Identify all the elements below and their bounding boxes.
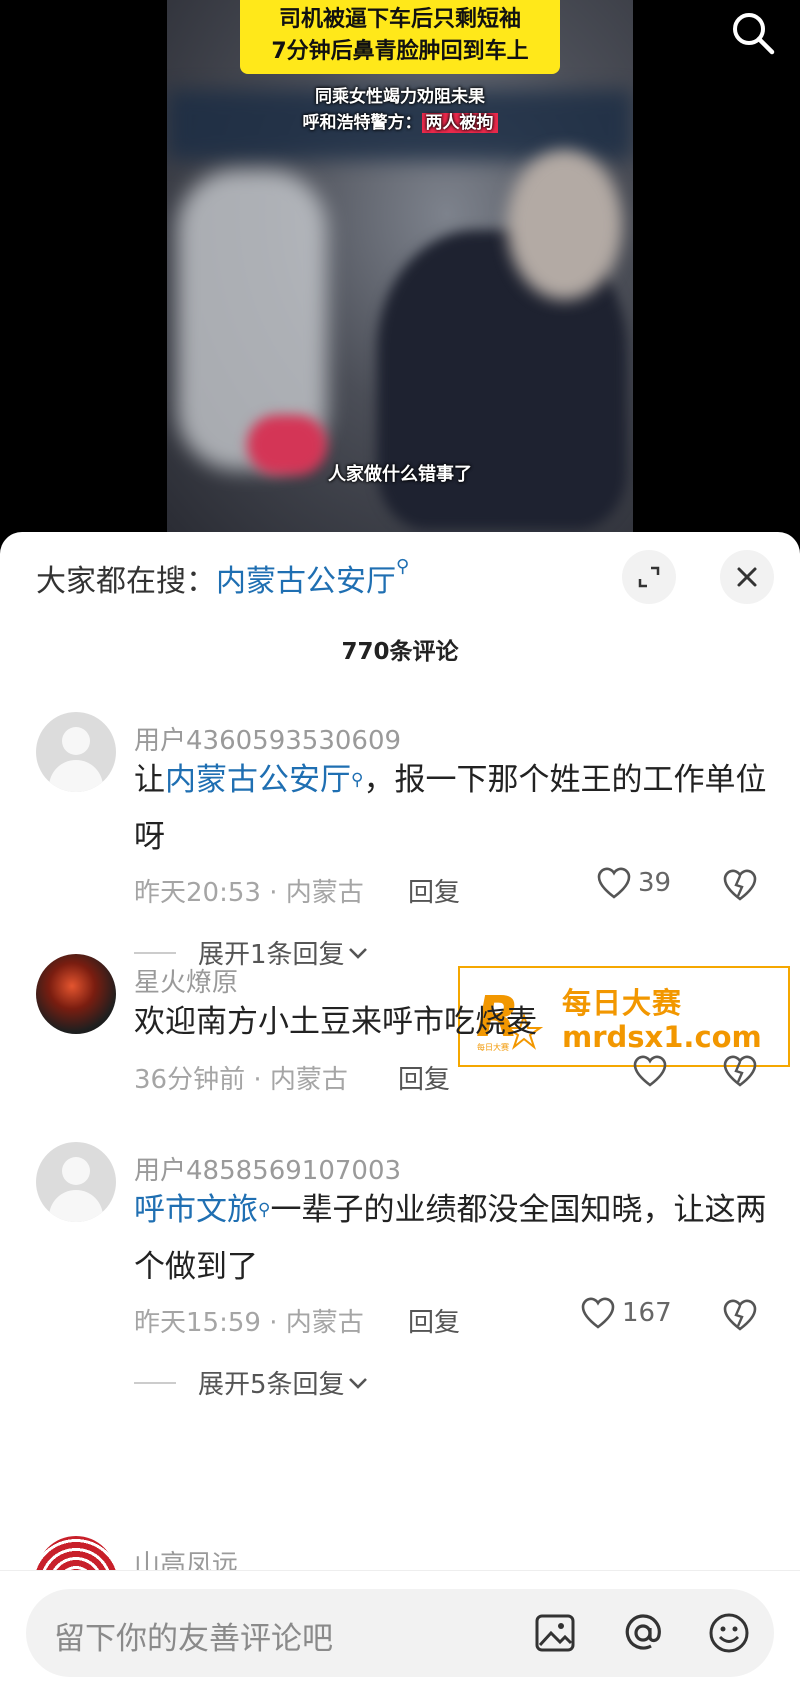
heart-icon — [581, 1297, 615, 1329]
video-frame — [167, 0, 633, 535]
search-icon[interactable] — [728, 8, 778, 58]
broken-heart-icon — [723, 869, 757, 901]
expand-replies[interactable]: 展开5条回复 — [134, 1364, 371, 1401]
dislike-button[interactable] — [722, 868, 758, 906]
like-count: 39 — [638, 868, 672, 898]
reply-button[interactable]: 回复 — [408, 1302, 460, 1339]
broken-heart-icon — [723, 1055, 757, 1087]
comment-sheet: 大家都在搜：内蒙古公安厅⚲ 770条评论 用户4360593530609 让内蒙… — [0, 532, 800, 1695]
like-button[interactable] — [632, 1054, 668, 1088]
broken-heart-icon — [723, 1299, 757, 1331]
comment-meta: 昨天15:59 · 内蒙古 — [134, 1308, 364, 1338]
video-player[interactable]: 司机被逼下车后只剩短袖 7分钟后鼻青脸肿回到车上 同乘女性竭力劝阻未果 呼和浩特… — [0, 0, 800, 535]
avatar[interactable] — [36, 1142, 116, 1222]
comment-placeholder: 留下你的友善评论吧 — [54, 1621, 333, 1657]
emoji-icon — [709, 1613, 749, 1653]
like-count: 167 — [622, 1298, 672, 1328]
search-small-icon: ⚲ — [351, 770, 364, 790]
avatar[interactable] — [36, 712, 116, 792]
expand-icon — [638, 566, 660, 588]
subtitle-highlight: 两人被拘 — [421, 113, 498, 133]
image-icon — [535, 1614, 575, 1652]
headline-line2: 7分钟后鼻青脸肿回到车上 — [271, 39, 529, 64]
expand-button[interactable] — [622, 550, 676, 604]
comment-input[interactable]: 留下你的友善评论吧 — [26, 1589, 774, 1677]
avatar[interactable] — [36, 954, 116, 1034]
video-subtitle-2: 呼和浩特警方： 两人被拘 — [167, 108, 633, 133]
video-caption: 人家做什么错事了 — [328, 464, 472, 485]
like-button[interactable]: 39 — [596, 866, 671, 900]
reply-button[interactable]: 回复 — [398, 1059, 450, 1096]
comment-text: 欢迎南方小土豆来呼市吃烧麦 — [134, 1004, 537, 1040]
close-icon — [737, 567, 757, 587]
video-headline: 司机被逼下车后只剩短袖 7分钟后鼻青脸肿回到车上 — [240, 0, 560, 74]
reply-button[interactable]: 回复 — [408, 872, 460, 909]
emoji-button[interactable] — [704, 1608, 754, 1658]
comment-keyword-link[interactable]: 内蒙古公安厅 — [165, 762, 351, 798]
at-icon — [625, 1614, 661, 1650]
close-button[interactable] — [720, 550, 774, 604]
heart-icon — [633, 1055, 667, 1087]
search-small-icon: ⚲ — [396, 556, 410, 577]
mention-button[interactable] — [618, 1608, 668, 1658]
headline-line1: 司机被逼下车后只剩短袖 — [278, 7, 521, 32]
image-button[interactable] — [530, 1608, 580, 1658]
like-button[interactable]: 167 — [580, 1296, 672, 1330]
comment-keyword-link[interactable]: 呼市文旅 — [134, 1192, 258, 1228]
comment-composer: 留下你的友善评论吧 — [0, 1570, 800, 1696]
dislike-button[interactable] — [722, 1054, 758, 1092]
trending-search[interactable]: 大家都在搜：内蒙古公安厅⚲ — [36, 556, 409, 600]
trending-keyword[interactable]: 内蒙古公安厅 — [216, 564, 396, 599]
trending-label: 大家都在搜： — [36, 564, 216, 599]
heart-icon — [597, 867, 631, 899]
comment-meta: 昨天20:53 · 内蒙古 — [134, 878, 364, 908]
comment-count: 770条评论 — [341, 639, 459, 665]
chevron-down-icon — [348, 947, 367, 959]
comment-meta: 36分钟前 · 内蒙古 — [134, 1065, 348, 1095]
subtitle-prefix: 呼和浩特警方： — [302, 113, 422, 133]
chevron-down-icon — [348, 1377, 367, 1389]
dislike-button[interactable] — [722, 1298, 758, 1336]
comment-text: 呼市文旅⚲一辈子的业绩都没全国知晓，让这两个做到了 — [134, 1192, 767, 1285]
search-small-icon: ⚲ — [258, 1200, 271, 1220]
comment-text: 让内蒙古公安厅⚲，报一下那个姓王的工作单位呀 — [134, 762, 767, 855]
video-subtitle-1: 同乘女性竭力劝阻未果 — [315, 87, 485, 107]
